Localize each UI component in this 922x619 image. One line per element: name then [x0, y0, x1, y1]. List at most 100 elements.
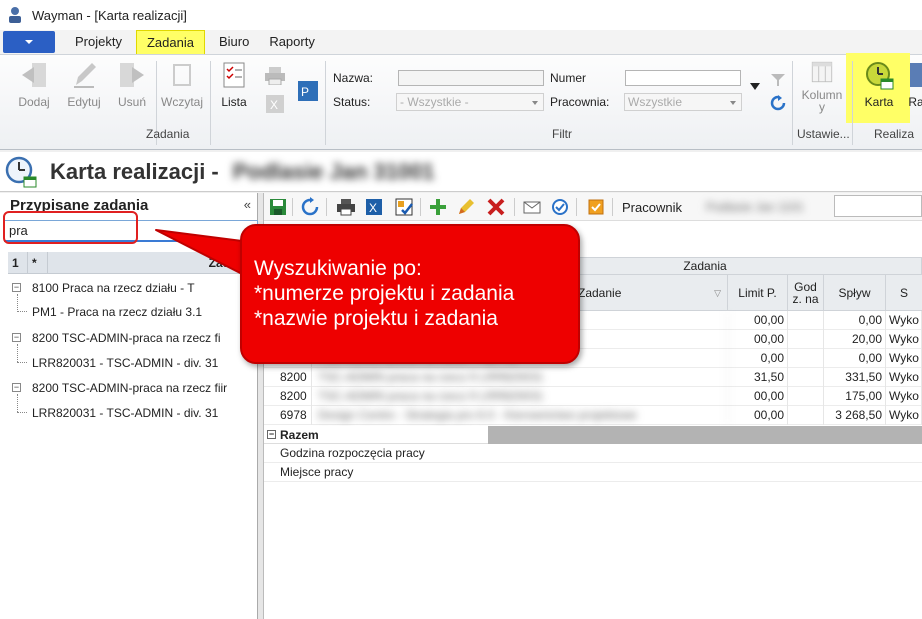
page-title: Karta realizacji - — [50, 158, 219, 184]
table-row[interactable]: Miejsce pracy — [264, 463, 922, 482]
column-header-star[interactable]: * — [28, 252, 48, 273]
cell-desc: Design Centre - Strategia pro 6.0 - Kier… — [312, 406, 728, 425]
column-header-god[interactable]: God z. na — [788, 275, 824, 311]
clear-filter-icon[interactable] — [770, 73, 786, 87]
refresh-icon[interactable] — [300, 197, 320, 217]
usun-button[interactable]: Usuń — [108, 59, 156, 113]
tab-biuro[interactable]: Biuro — [209, 30, 259, 54]
chevron-down-icon — [532, 101, 538, 105]
pencil-icon — [74, 63, 96, 88]
svg-text:P: P — [301, 85, 309, 99]
toolbar-separator — [514, 198, 515, 216]
print-icon[interactable] — [264, 67, 286, 85]
table-row[interactable]: 6978 Design Centre - Strategia pro 6.0 - … — [264, 406, 922, 425]
status-label: Status: — [333, 95, 371, 109]
mail-icon[interactable] — [522, 197, 542, 217]
add-icon[interactable] — [428, 197, 448, 217]
status-select[interactable]: - Wszystkie - — [396, 93, 544, 111]
wczytaj-button[interactable]: Wczytaj — [158, 59, 206, 113]
checkbox-icon[interactable] — [586, 197, 606, 217]
cell-limit: 00,00 — [728, 330, 788, 349]
page-title-employee: Podlasie Jan 31001 — [232, 158, 435, 184]
save-icon[interactable] — [268, 197, 288, 217]
refresh-icon[interactable] — [770, 95, 786, 111]
collapse-tree-icon[interactable]: − — [12, 383, 21, 392]
ribbon-separator — [852, 61, 853, 145]
cell-limit: 00,00 — [728, 311, 788, 330]
cell-s: Wyko — [886, 330, 922, 349]
ribbon-tabs: Projekty Zadania Biuro Raporty — [0, 30, 922, 54]
cell-splyw: 331,50 — [824, 368, 886, 387]
cell-s: Wyko — [886, 406, 922, 425]
karta-button[interactable]: Karta — [855, 59, 903, 113]
clock-calendar-icon — [5, 156, 37, 187]
ribbon-separator — [792, 61, 793, 145]
tab-zadania[interactable]: Zadania — [135, 30, 205, 54]
ribbon-separator — [325, 61, 326, 145]
table-row[interactable]: Godzina rozpoczęcia pracy — [264, 444, 922, 463]
chevron-down-icon — [25, 40, 33, 44]
kolumny-button[interactable]: Kolumn y — [796, 59, 848, 113]
cell-limit: 0,00 — [728, 349, 788, 368]
pracownia-label: Pracownia: — [550, 95, 610, 109]
ra-button[interactable]: Ra — [906, 59, 922, 113]
pracownia-select[interactable]: Wszystkie — [624, 93, 742, 111]
import-icon — [173, 64, 191, 86]
edytuj-button[interactable]: Edytuj — [60, 59, 108, 113]
cell-s: Wyko — [886, 311, 922, 330]
cell-limit: 31,50 — [728, 368, 788, 387]
app-menu-button[interactable] — [3, 31, 55, 53]
cell-s: Wyko — [886, 387, 922, 406]
list-item[interactable]: LRR820031 - TSC-ADMIN - div. 31 — [0, 351, 258, 375]
cell-code: 6978 — [264, 406, 312, 425]
group-label-realizacja: Realiza — [874, 127, 915, 141]
list-item[interactable]: − 8200 TSC-ADMIN-praca na rzecz fiir — [0, 376, 258, 400]
cell-god — [788, 311, 824, 330]
cell-god — [788, 406, 824, 425]
report-icon[interactable] — [394, 197, 414, 217]
tab-raporty[interactable]: Raporty — [259, 30, 325, 54]
column-header-s[interactable]: S — [886, 275, 922, 311]
dodaj-button[interactable]: Dodaj — [10, 59, 58, 113]
cell-desc: TSC-ADMIN praca na rzecz fi LRR820031 — [312, 387, 728, 406]
group-label-zadania: Zadania — [146, 127, 190, 141]
project-icon[interactable]: P — [298, 81, 318, 101]
collapse-tree-icon[interactable]: − — [12, 283, 21, 292]
cell-god — [788, 368, 824, 387]
table-row[interactable]: 8200 TSC-ADMIN praca na rzecz fi LRR82003… — [264, 387, 922, 406]
collapse-tree-icon[interactable]: − — [12, 333, 21, 342]
cell-s: Wyko — [886, 349, 922, 368]
collapse-icon[interactable]: « — [244, 197, 251, 212]
filter-icon[interactable]: ▽ — [714, 287, 721, 299]
pracownik-label: Pracownik — [622, 200, 682, 215]
delete-icon[interactable] — [486, 197, 506, 217]
tab-projekty[interactable]: Projekty — [65, 30, 132, 54]
dropdown-arrow-icon[interactable] — [750, 83, 760, 91]
column-header-1[interactable]: 1 — [8, 252, 28, 273]
lista-button[interactable]: Lista — [210, 59, 258, 113]
excel-export-icon[interactable]: X — [364, 197, 384, 217]
razem-row[interactable]: − Razem — [264, 426, 922, 444]
cell-code: 8200 — [264, 387, 312, 406]
toolbar-separator — [576, 198, 577, 216]
collapse-tree-icon[interactable]: − — [267, 430, 276, 439]
list-item[interactable]: LRR820031 - TSC-ADMIN - div. 31 — [0, 401, 258, 425]
print-icon[interactable] — [336, 197, 356, 217]
approve-icon[interactable] — [550, 197, 570, 217]
toolbar-separator — [326, 198, 327, 216]
cell-god — [788, 349, 824, 368]
window-title: Wayman - [Karta realizacji] — [32, 7, 187, 23]
title-bar: Wayman - [Karta realizacji] — [0, 0, 922, 30]
excel-icon[interactable]: X — [266, 95, 284, 113]
cell-god — [788, 330, 824, 349]
nazwa-label: Nazwa: — [333, 71, 374, 85]
edit-icon[interactable] — [456, 197, 476, 217]
column-header-splyw[interactable]: Spływ — [824, 275, 886, 311]
list-item[interactable]: − 8200 TSC-ADMIN-praca na rzecz fi — [0, 326, 258, 350]
pracownik-input[interactable] — [834, 195, 922, 217]
cell-limit: 00,00 — [728, 387, 788, 406]
table-row[interactable]: 8200 TSC-ADMIN praca na rzecz fi LRR82003… — [264, 368, 922, 387]
column-header-limit[interactable]: Limit P. — [728, 275, 788, 311]
numer-input[interactable] — [625, 70, 741, 86]
nazwa-input[interactable] — [398, 70, 544, 86]
